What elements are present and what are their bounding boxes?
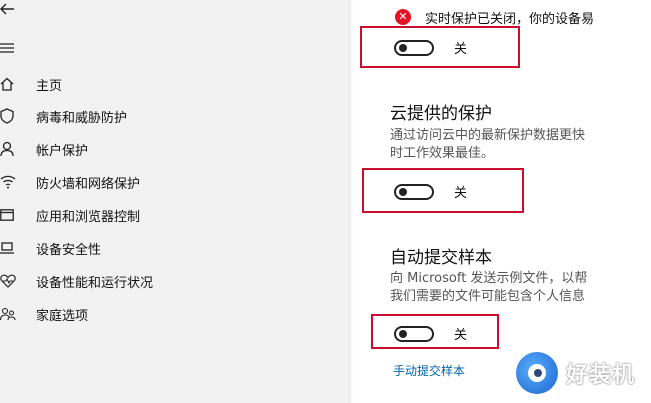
sidebar: 主页 病毒和威胁防护 帐户保护 防火墙和网络保护 应用和浏览器控制 设备安全性 — [0, 0, 349, 403]
realtime-toggle[interactable]: 关 — [394, 38, 467, 57]
sidebar-item-label: 防火墙和网络保护 — [36, 177, 141, 192]
sidebar-item-label: 设备性能和运行状况 — [36, 276, 154, 291]
person-icon — [0, 140, 18, 158]
sidebar-item-label: 帐户保护 — [36, 144, 89, 159]
description-line: 时工作效果最佳。 — [390, 146, 495, 161]
watermark-logo-icon — [516, 352, 558, 394]
heart-icon — [0, 272, 18, 290]
toggle-knob — [399, 187, 407, 196]
cloud-protection-title: 云提供的保护 — [390, 104, 492, 124]
toggle-state-label: 关 — [454, 42, 468, 57]
sidebar-item-label: 应用和浏览器控制 — [36, 210, 141, 225]
description-line: 我们需要的文件可能包含个人信息 — [390, 289, 586, 304]
cloud-protection-toggle[interactable]: 关 — [394, 182, 467, 201]
toggle-knob — [399, 43, 407, 52]
sidebar-item-label: 设备安全性 — [36, 243, 102, 258]
logo-pupil — [534, 369, 542, 377]
sample-submission-toggle[interactable]: 关 — [394, 324, 467, 343]
laptop-icon — [0, 239, 18, 257]
browser-window-icon — [0, 206, 18, 224]
description-line: 通过访问云中的最新保护数据更快 — [390, 128, 586, 143]
toggle-state-label: 关 — [454, 186, 468, 201]
watermark-text: 好装机 — [566, 363, 636, 388]
toggle-switch[interactable] — [394, 183, 434, 200]
error-icon: ✕ — [395, 9, 411, 25]
home-icon — [0, 75, 18, 93]
watermark: 好装机 — [516, 352, 635, 394]
wifi-icon — [0, 173, 18, 191]
toggle-state-label: 关 — [454, 328, 468, 343]
hamburger-menu-icon[interactable] — [0, 38, 14, 53]
manual-submit-sample-link[interactable]: 手动提交样本 — [393, 362, 465, 379]
sidebar-item-label: 主页 — [36, 79, 63, 94]
toggle-knob — [399, 329, 407, 338]
toggle-switch[interactable] — [394, 325, 434, 342]
sidebar-item-label: 病毒和威胁防护 — [36, 111, 128, 126]
shield-icon — [0, 107, 18, 125]
main-content: ✕ 实时保护已关闭，你的设备易 关 云提供的保护 通过访问云中的最新保护数据更快… — [353, 0, 651, 403]
cloud-protection-description: 通过访问云中的最新保护数据更快 时工作效果最佳。 — [390, 127, 651, 163]
sample-submission-title: 自动提交样本 — [390, 248, 492, 268]
sidebar-item-label: 家庭选项 — [36, 309, 89, 324]
toggle-switch[interactable] — [394, 39, 434, 56]
family-icon — [0, 305, 18, 323]
sample-submission-description: 向 Microsoft 发送示例文件，以帮 我们需要的文件可能包含个人信息 — [390, 270, 651, 306]
realtime-alert-text: 实时保护已关闭，你的设备易 — [425, 12, 595, 27]
back-arrow-icon[interactable] — [0, 0, 14, 15]
description-line: 向 Microsoft 发送示例文件，以帮 — [390, 271, 588, 286]
